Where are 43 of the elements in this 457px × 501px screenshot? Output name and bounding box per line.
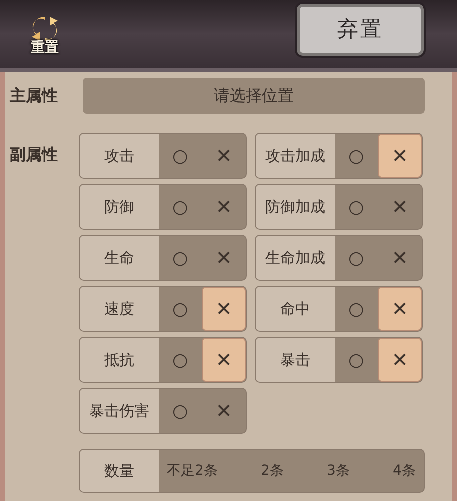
main-attribute-label: 主属性 bbox=[9, 85, 59, 107]
exclude-toggle[interactable]: ✕ bbox=[202, 389, 246, 433]
quantity-option[interactable]: 3条 bbox=[325, 455, 352, 487]
include-toggle[interactable]: ○ bbox=[158, 389, 202, 433]
include-toggle[interactable]: ○ bbox=[158, 338, 202, 382]
exclude-toggle[interactable]: ✕ bbox=[202, 338, 246, 382]
attribute-name: 生命 bbox=[80, 236, 159, 280]
quantity-option[interactable]: 2条 bbox=[259, 455, 286, 487]
attribute-name: 暴击 bbox=[256, 338, 335, 382]
exclude-toggle[interactable]: ✕ bbox=[378, 338, 422, 382]
include-toggle[interactable]: ○ bbox=[158, 185, 202, 229]
attribute-name: 攻击 bbox=[80, 134, 159, 178]
attribute-name: 攻击加成 bbox=[256, 134, 335, 178]
attribute-name: 命中 bbox=[256, 287, 335, 331]
exclude-toggle[interactable]: ✕ bbox=[378, 185, 422, 229]
include-toggle[interactable]: ○ bbox=[158, 134, 202, 178]
include-toggle[interactable]: ○ bbox=[334, 236, 378, 280]
attribute-name: 暴击伤害 bbox=[80, 389, 159, 433]
exclude-toggle[interactable]: ✕ bbox=[378, 134, 422, 178]
quantity-option[interactable]: 4条 bbox=[391, 455, 418, 487]
include-toggle[interactable]: ○ bbox=[334, 338, 378, 382]
reset-button[interactable]: 重置 bbox=[22, 13, 68, 55]
include-toggle[interactable]: ○ bbox=[334, 185, 378, 229]
exclude-toggle[interactable]: ✕ bbox=[202, 134, 246, 178]
quantity-option[interactable]: 不足2条 bbox=[165, 455, 220, 487]
include-toggle[interactable]: ○ bbox=[334, 287, 378, 331]
include-toggle[interactable]: ○ bbox=[334, 134, 378, 178]
exclude-toggle[interactable]: ✕ bbox=[202, 236, 246, 280]
exclude-toggle[interactable]: ✕ bbox=[378, 236, 422, 280]
attribute-name: 速度 bbox=[80, 287, 159, 331]
sub-attribute-label: 副属性 bbox=[9, 144, 59, 166]
exclude-toggle[interactable]: ✕ bbox=[202, 287, 246, 331]
attribute-name: 防御 bbox=[80, 185, 159, 229]
quantity-label: 数量 bbox=[80, 450, 159, 492]
include-toggle[interactable]: ○ bbox=[158, 236, 202, 280]
attribute-name: 防御加成 bbox=[256, 185, 335, 229]
position-select-field[interactable]: 请选择位置 bbox=[83, 78, 425, 114]
exclude-toggle[interactable]: ✕ bbox=[202, 185, 246, 229]
exclude-toggle[interactable]: ✕ bbox=[378, 287, 422, 331]
discard-button[interactable]: 弃置 bbox=[297, 4, 424, 56]
include-toggle[interactable]: ○ bbox=[158, 287, 202, 331]
attribute-name: 生命加成 bbox=[256, 236, 335, 280]
attribute-name: 抵抗 bbox=[80, 338, 159, 382]
